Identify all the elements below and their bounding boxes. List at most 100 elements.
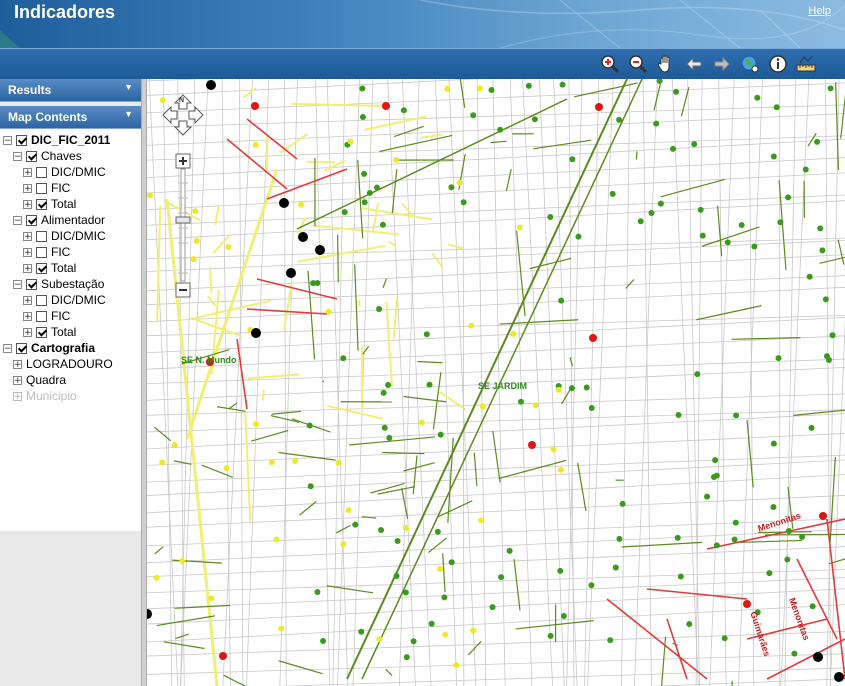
expand-icon[interactable]: + <box>13 359 22 369</box>
green-indicator-dot[interactable] <box>710 473 717 480</box>
green-indicator-dot[interactable] <box>340 355 347 362</box>
yellow-indicator-dot[interactable] <box>347 138 354 145</box>
yellow-indicator-dot[interactable] <box>376 636 383 643</box>
green-indicator-dot[interactable] <box>677 573 684 580</box>
green-indicator-dot[interactable] <box>517 398 524 405</box>
yellow-indicator-dot[interactable] <box>193 237 200 244</box>
measure-ruler-icon[interactable] <box>795 53 817 75</box>
help-link[interactable]: Help <box>808 5 831 17</box>
expand-icon[interactable]: + <box>23 231 32 241</box>
yellow-indicator-dot[interactable] <box>325 308 332 315</box>
red-indicator-dot[interactable] <box>528 441 536 449</box>
green-indicator-dot[interactable] <box>713 542 720 549</box>
yellow-indicator-dot[interactable] <box>479 403 486 410</box>
yellow-indicator-dot[interactable] <box>252 421 259 428</box>
green-indicator-dot[interactable] <box>359 85 366 92</box>
green-indicator-dot[interactable] <box>434 528 441 535</box>
back-arrow-icon[interactable] <box>683 53 705 75</box>
expand-icon[interactable]: + <box>13 391 22 401</box>
expand-icon[interactable]: + <box>23 311 32 321</box>
green-indicator-dot[interactable] <box>588 405 595 412</box>
green-indicator-dot[interactable] <box>380 389 387 396</box>
yellow-indicator-dot[interactable] <box>208 595 215 602</box>
green-indicator-dot[interactable] <box>691 141 698 148</box>
full-extent-globe-icon[interactable] <box>739 53 761 75</box>
layer-checkbox[interactable] <box>36 294 47 306</box>
green-indicator-dot[interactable] <box>506 547 513 554</box>
green-indicator-dot[interactable] <box>498 574 505 581</box>
black-indicator-dot[interactable] <box>251 328 261 338</box>
green-indicator-dot[interactable] <box>359 113 366 120</box>
green-indicator-dot[interactable] <box>686 621 693 628</box>
red-indicator-dot[interactable] <box>589 334 597 342</box>
yellow-indicator-dot[interactable] <box>335 459 342 466</box>
green-indicator-dot[interactable] <box>648 210 655 217</box>
yellow-indicator-dot[interactable] <box>557 466 564 473</box>
green-indicator-dot[interactable] <box>428 620 435 627</box>
chevron-down-icon[interactable]: ▼ <box>124 109 133 119</box>
green-indicator-dot[interactable] <box>361 199 368 206</box>
yellow-indicator-dot[interactable] <box>478 517 485 524</box>
green-indicator-dot[interactable] <box>448 184 455 191</box>
layer-checkbox[interactable] <box>26 150 37 162</box>
green-indicator-dot[interactable] <box>306 422 313 429</box>
layer-checkbox[interactable] <box>36 246 47 258</box>
black-indicator-dot[interactable] <box>315 245 325 255</box>
green-indicator-dot[interactable] <box>802 166 809 173</box>
green-indicator-dot[interactable] <box>770 503 777 510</box>
green-indicator-dot[interactable] <box>403 654 410 661</box>
collapse-icon[interactable]: − <box>13 151 22 161</box>
yellow-indicator-dot[interactable] <box>223 465 230 472</box>
yellow-indicator-dot[interactable] <box>171 441 178 448</box>
layer-checkbox[interactable] <box>36 310 47 322</box>
green-indicator-dot[interactable] <box>568 385 575 392</box>
yellow-indicator-dot[interactable] <box>159 459 166 466</box>
yellow-indicator-dot[interactable] <box>298 201 305 208</box>
green-indicator-dot[interactable] <box>785 194 792 201</box>
green-indicator-dot[interactable] <box>307 483 314 490</box>
green-indicator-dot[interactable] <box>314 589 321 596</box>
green-indicator-dot[interactable] <box>547 213 554 220</box>
yellow-indicator-dot[interactable] <box>340 540 347 547</box>
green-indicator-dot[interactable] <box>560 613 567 620</box>
collapse-icon[interactable]: − <box>3 135 12 145</box>
green-indicator-dot[interactable] <box>531 116 538 123</box>
yellow-indicator-dot[interactable] <box>555 386 562 393</box>
yellow-indicator-dot[interactable] <box>532 402 539 409</box>
layer-checkbox[interactable] <box>26 278 37 290</box>
identify-info-icon[interactable] <box>767 53 789 75</box>
yellow-indicator-dot[interactable] <box>292 457 299 464</box>
map-canvas[interactable]: SE N. Mundo SE JARDIM Menonitas Menonita… <box>147 79 845 686</box>
green-indicator-dot[interactable] <box>612 564 619 571</box>
green-indicator-dot[interactable] <box>697 206 704 213</box>
zoom-slider-thumb[interactable] <box>175 216 191 224</box>
layer-checkbox[interactable] <box>26 214 37 226</box>
green-indicator-dot[interactable] <box>386 434 393 441</box>
green-indicator-dot[interactable] <box>609 190 616 197</box>
expand-icon[interactable]: + <box>23 295 32 305</box>
yellow-indicator-dot[interactable] <box>550 446 557 453</box>
green-indicator-dot[interactable] <box>358 628 365 635</box>
zoom-out-icon[interactable] <box>627 53 649 75</box>
collapse-icon[interactable]: − <box>3 343 12 353</box>
black-indicator-dot[interactable] <box>298 232 308 242</box>
green-indicator-dot[interactable] <box>547 632 554 639</box>
pan-east-icon[interactable] <box>188 105 204 125</box>
green-indicator-dot[interactable] <box>799 533 806 540</box>
yellow-indicator-dot[interactable] <box>516 224 523 231</box>
zoom-in-icon[interactable] <box>599 53 621 75</box>
layer-checkbox[interactable] <box>36 262 47 274</box>
yellow-indicator-dot[interactable] <box>190 256 197 263</box>
green-indicator-dot[interactable] <box>814 138 821 145</box>
yellow-indicator-dot[interactable] <box>453 662 460 669</box>
green-indicator-dot[interactable] <box>704 493 711 500</box>
green-indicator-dot[interactable] <box>733 412 740 419</box>
red-indicator-dot[interactable] <box>219 652 227 660</box>
red-indicator-dot[interactable] <box>251 102 259 110</box>
green-indicator-dot[interactable] <box>773 104 780 111</box>
red-indicator-dot[interactable] <box>819 512 827 520</box>
pan-hand-icon[interactable] <box>655 53 677 75</box>
green-indicator-dot[interactable] <box>731 536 738 543</box>
green-indicator-dot[interactable] <box>583 384 590 391</box>
green-indicator-dot[interactable] <box>575 233 582 240</box>
